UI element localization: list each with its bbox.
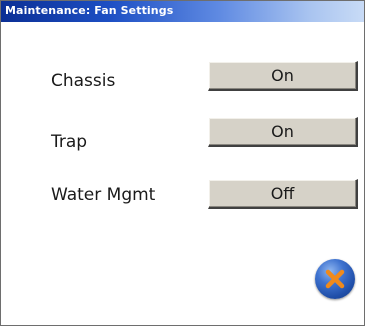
- window-title: Maintenance: Fan Settings: [5, 4, 174, 17]
- title-bar: Maintenance: Fan Settings: [1, 1, 364, 22]
- fan-settings-window: Maintenance: Fan Settings Chassis On Tra…: [0, 0, 365, 326]
- close-button[interactable]: [315, 259, 355, 299]
- close-x-icon: [325, 269, 345, 289]
- water-mgmt-label: Water Mgmt: [51, 185, 156, 205]
- trap-label: Trap: [51, 132, 88, 152]
- water-mgmt-toggle-button[interactable]: Off: [208, 179, 358, 209]
- chassis-toggle-button[interactable]: On: [208, 61, 358, 91]
- trap-toggle-button[interactable]: On: [208, 117, 358, 147]
- chassis-label: Chassis: [51, 71, 116, 91]
